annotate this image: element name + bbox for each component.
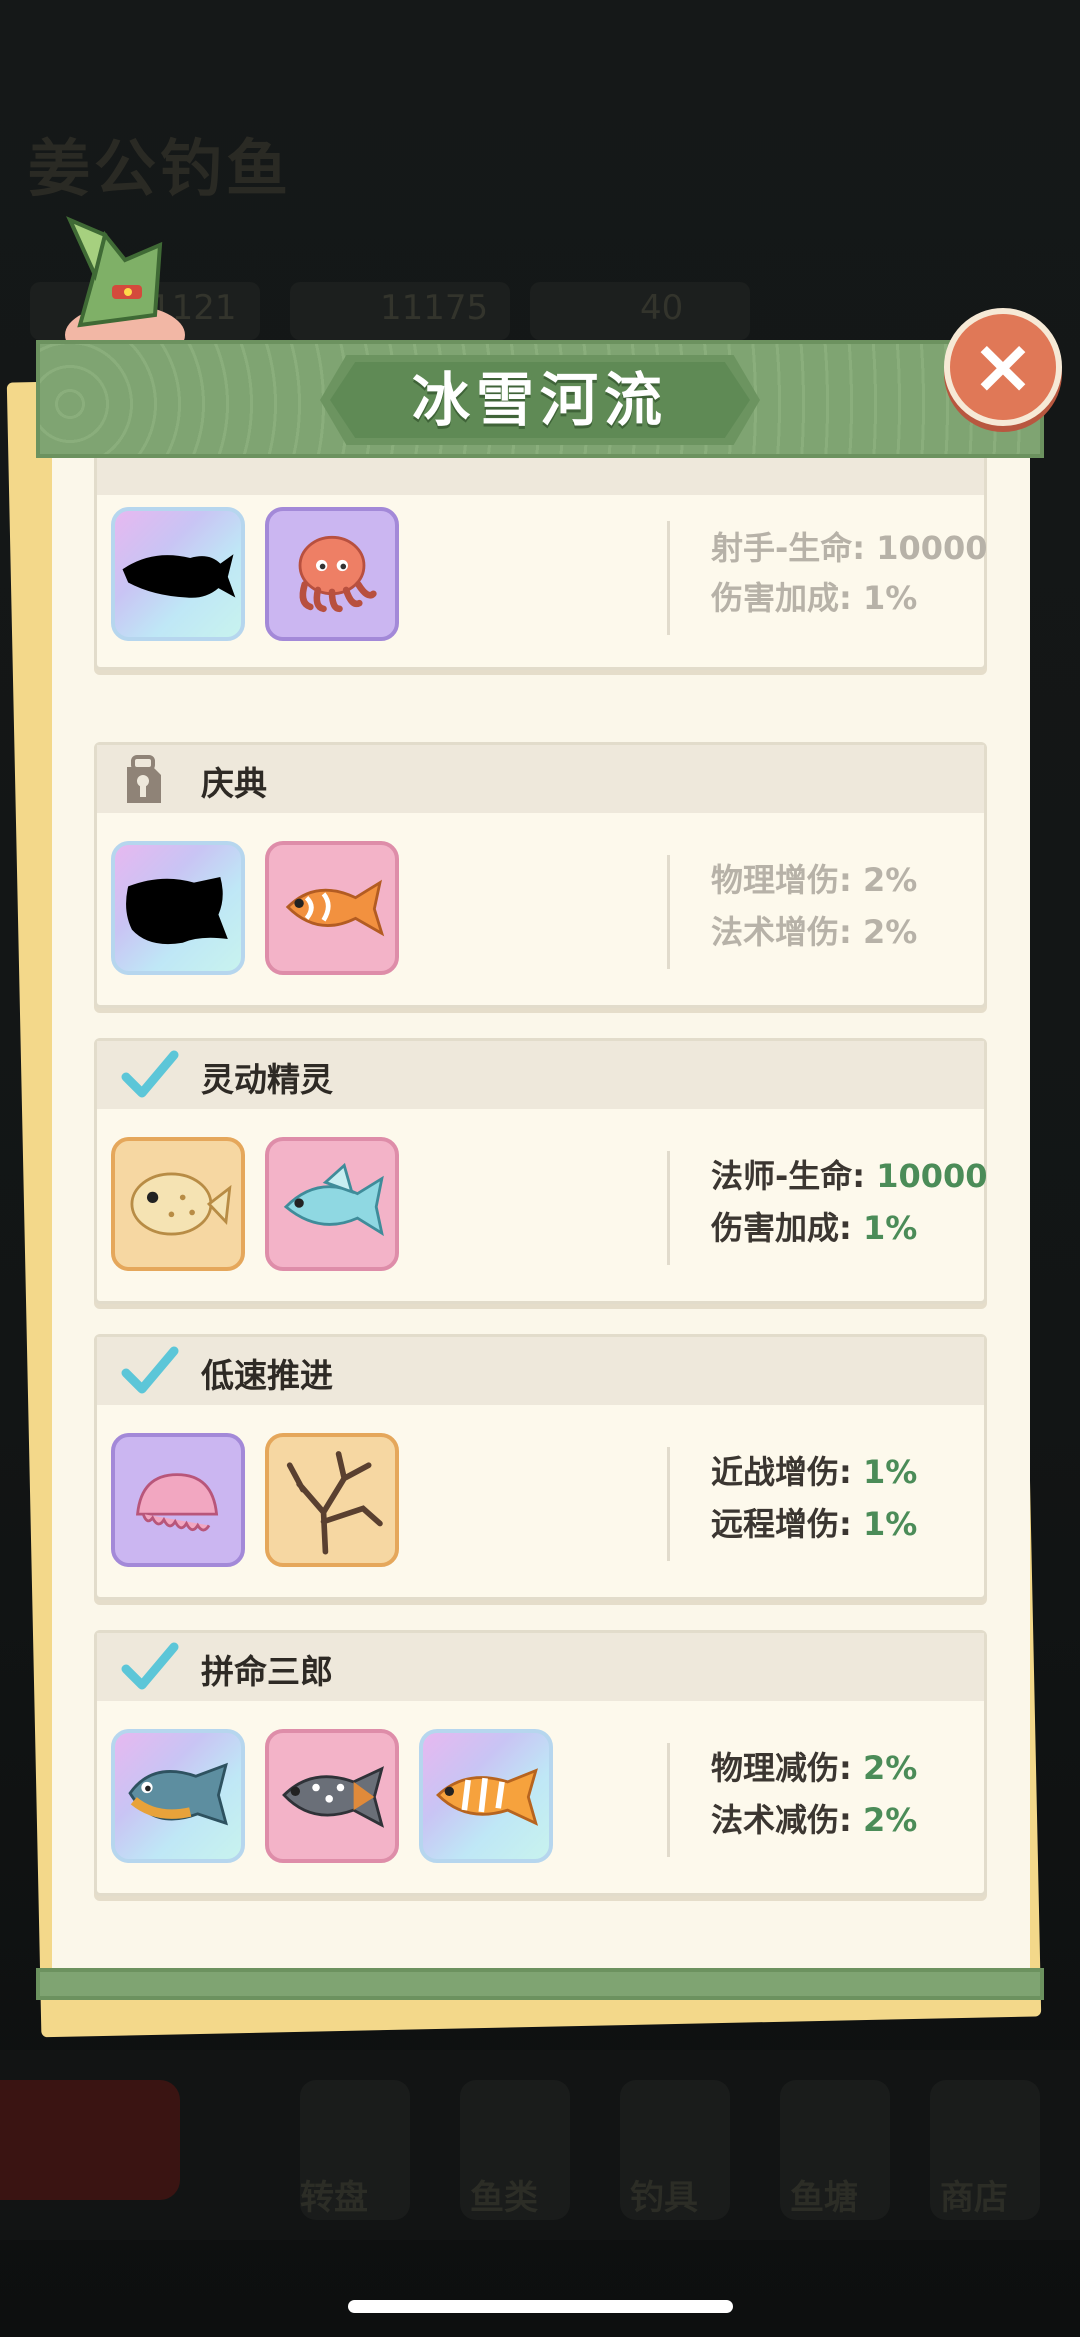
fish-slot[interactable] <box>265 841 399 975</box>
set-card-title: 拼命三郎 <box>201 1652 333 1691</box>
card-divider <box>667 855 670 969</box>
set-card: 庆典 物理增伤: 2% 法术增伤: 2% <box>94 742 987 1008</box>
card-divider <box>667 1743 670 1857</box>
fish-slot[interactable] <box>265 1137 399 1271</box>
coral-branch-icon <box>286 1451 383 1555</box>
set-bonus-stat-2: 伤害加成: 1% <box>711 1209 918 1247</box>
panel-footer-bar <box>36 1968 1044 2000</box>
set-bonus-stat-2: 法术减伤: 2% <box>711 1801 918 1839</box>
mascot-character-icon <box>65 216 185 350</box>
set-list[interactable]: 射手-生命: 10000 伤害加成: 1% 庆典 物理增伤: 2% 法术增伤: … <box>52 458 1030 1958</box>
set-card-title: 低速推进 <box>201 1356 333 1395</box>
orange-fish-icon <box>285 879 385 937</box>
checkmark-icon <box>121 1346 179 1394</box>
set-card-title: 灵动精灵 <box>201 1060 333 1099</box>
background-nav-label: 鱼类 <box>470 2178 538 2218</box>
card-divider <box>667 521 670 635</box>
set-card: 灵动精灵 法师-生命: 10000 伤害加成: 1% <box>94 1038 988 1304</box>
background-nav-label: 转盘 <box>300 2178 368 2218</box>
background-stat-value: 11175 <box>380 288 489 328</box>
blue-fish-icon <box>283 1162 384 1237</box>
set-bonus-stat-1: 法师-生命: 10000 <box>711 1157 988 1195</box>
set-card-header <box>97 458 984 495</box>
background-stat-value: 40 <box>640 288 684 328</box>
close-icon: × <box>971 321 1035 410</box>
set-bonus-stat-1: 近战增伤: 1% <box>711 1453 918 1491</box>
jellyfish-icon <box>136 1473 219 1532</box>
set-bonus-stat-1: 射手-生命: 10000 <box>711 529 988 567</box>
fish-slot[interactable] <box>111 1433 245 1567</box>
set-card: 拼命三郎 物理减伤: 2% 法术减伤: 2% <box>94 1630 987 1896</box>
set-bonus-stat-2: 远程增伤: 1% <box>711 1505 918 1543</box>
set-bonus-stat-1: 物理减伤: 2% <box>711 1749 918 1787</box>
home-indicator[interactable] <box>348 2300 733 2313</box>
spotted-fish-icon <box>282 1766 385 1828</box>
pufferfish-icon <box>130 1172 232 1236</box>
fish-slot[interactable] <box>419 1729 553 1863</box>
set-card: 低速推进 近战增伤: 1% 远程增伤: 1% <box>94 1334 987 1600</box>
background-game-title: 姜公钓鱼 <box>28 132 293 205</box>
fish-slot[interactable] <box>265 1433 399 1567</box>
background-back-button <box>0 2080 180 2200</box>
lock-icon <box>127 755 161 803</box>
background-nav-label: 商店 <box>940 2178 1008 2218</box>
set-bonus-stat-1: 物理增伤: 2% <box>711 861 918 899</box>
fish-slot[interactable] <box>111 841 245 975</box>
fish-silhouette-icon <box>122 554 236 598</box>
octopus-icon <box>298 535 377 613</box>
fish-slot[interactable] <box>111 1137 245 1271</box>
fish-slot[interactable] <box>111 507 245 641</box>
piranha-icon <box>128 1762 228 1826</box>
fish-slot[interactable] <box>265 1729 399 1863</box>
card-divider <box>667 1447 670 1561</box>
set-bonus-stat-2: 伤害加成: 1% <box>711 579 918 617</box>
fish-slot[interactable] <box>111 1729 245 1863</box>
background-nav-label: 钓具 <box>630 2178 698 2218</box>
set-bonus-stat-2: 法术增伤: 2% <box>711 913 918 951</box>
set-card: 射手-生命: 10000 伤害加成: 1% <box>94 458 988 670</box>
background-nav-label: 鱼塘 <box>790 2178 858 2218</box>
orange-striped-fish-icon <box>436 1768 539 1826</box>
fish-slot[interactable] <box>265 507 399 641</box>
card-divider <box>667 1151 670 1265</box>
set-card-title: 庆典 <box>201 764 267 803</box>
checkmark-icon <box>121 1642 179 1690</box>
fish-silhouette-icon <box>126 876 228 945</box>
close-button[interactable]: × <box>944 308 1062 426</box>
panel-title: 冰雪河流 <box>411 366 668 434</box>
checkmark-icon <box>121 1050 179 1098</box>
